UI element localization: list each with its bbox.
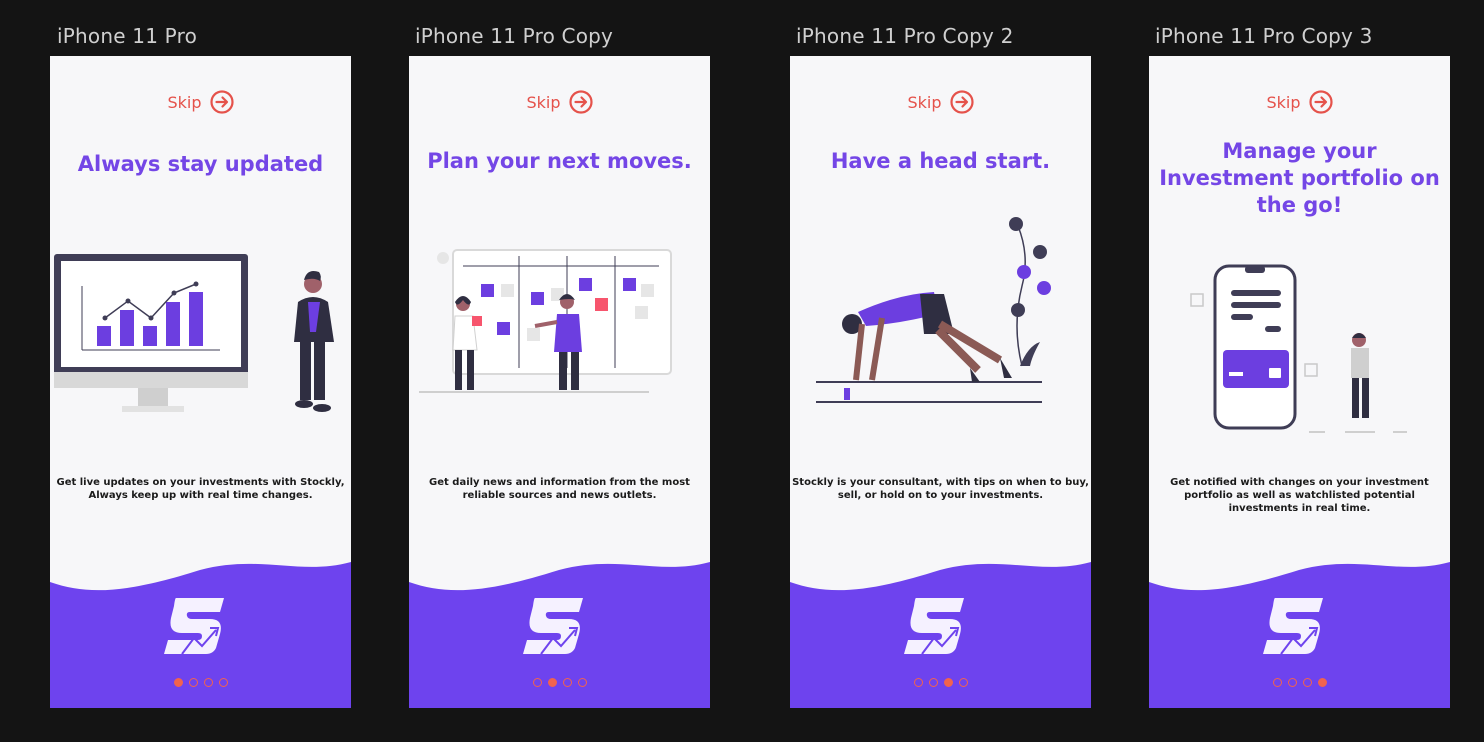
frame-label: iPhone 11 Pro Copy [415, 24, 614, 48]
page-dot-4[interactable] [577, 678, 587, 687]
arrow-right-circle-icon [568, 90, 593, 114]
description: Stockly is your consultant, with tips on… [792, 477, 1089, 501]
onboarding-screen-3: Skip Have a head start. Stockly is your … [790, 56, 1091, 708]
skip-button[interactable]: Skip [409, 90, 710, 114]
onboarding-screen-4: Skip Manage your Investment portfolio on… [1149, 56, 1450, 708]
kanban-board-planning-illustration [419, 249, 672, 393]
page-dot-4[interactable] [1317, 678, 1327, 687]
skip-label: Skip [167, 92, 202, 112]
arrow-right-circle-icon [209, 90, 234, 114]
page-dot-2[interactable] [1287, 678, 1297, 687]
page-dot-2[interactable] [547, 678, 557, 687]
skip-label: Skip [907, 92, 942, 112]
page-dot-1[interactable] [1272, 678, 1282, 687]
page-indicator [1149, 678, 1450, 687]
page-dot-3[interactable] [943, 678, 953, 687]
description: Get daily news and information from the … [429, 477, 690, 501]
page-dot-4[interactable] [218, 678, 228, 687]
skip-button[interactable]: Skip [1149, 90, 1450, 114]
page-indicator [50, 678, 351, 687]
skip-label: Skip [1266, 92, 1301, 112]
onboarding-screen-2: Skip Plan your next moves. Get daily new… [409, 56, 710, 708]
stockly-s-logo [904, 598, 964, 655]
page-dot-1[interactable] [913, 678, 923, 687]
page-dot-4[interactable] [958, 678, 968, 687]
monitor-growth-chart-illustration [54, 254, 334, 412]
headline: Plan your next moves. [427, 149, 692, 173]
skip-button[interactable]: Skip [50, 90, 351, 114]
page-dot-3[interactable] [203, 678, 213, 687]
arrow-right-circle-icon [949, 90, 974, 114]
phone-wallet-card-illustration [1190, 264, 1407, 433]
arrow-right-circle-icon [1308, 90, 1333, 114]
headline: Always stay updated [77, 152, 324, 176]
page-dot-1[interactable] [532, 678, 542, 687]
page-dot-1[interactable] [173, 678, 183, 687]
stockly-s-logo [164, 598, 224, 655]
description: Get notified with changes on your invest… [1170, 477, 1429, 514]
frame-label: iPhone 11 Pro Copy 3 [1155, 24, 1373, 48]
frame-label: iPhone 11 Pro Copy 2 [796, 24, 1014, 48]
page-indicator [409, 678, 710, 687]
headline: Manage your Investment portfolio on the … [1159, 139, 1440, 217]
skip-label: Skip [526, 92, 561, 112]
page-dot-2[interactable] [928, 678, 938, 687]
skip-button[interactable]: Skip [790, 90, 1091, 114]
frame-label: iPhone 11 Pro [57, 24, 198, 48]
page-dot-3[interactable] [562, 678, 572, 687]
headline: Have a head start. [830, 149, 1051, 173]
stockly-s-logo [523, 598, 583, 655]
page-dot-2[interactable] [188, 678, 198, 687]
page-indicator [790, 678, 1091, 687]
onboarding-screen-1: Skip Always stay updated Get live update… [50, 56, 351, 708]
page-dot-3[interactable] [1302, 678, 1312, 687]
stockly-s-logo [1263, 598, 1323, 655]
description: Get live updates on your investments wit… [56, 477, 345, 501]
runner-start-line-illustration [816, 217, 1051, 403]
